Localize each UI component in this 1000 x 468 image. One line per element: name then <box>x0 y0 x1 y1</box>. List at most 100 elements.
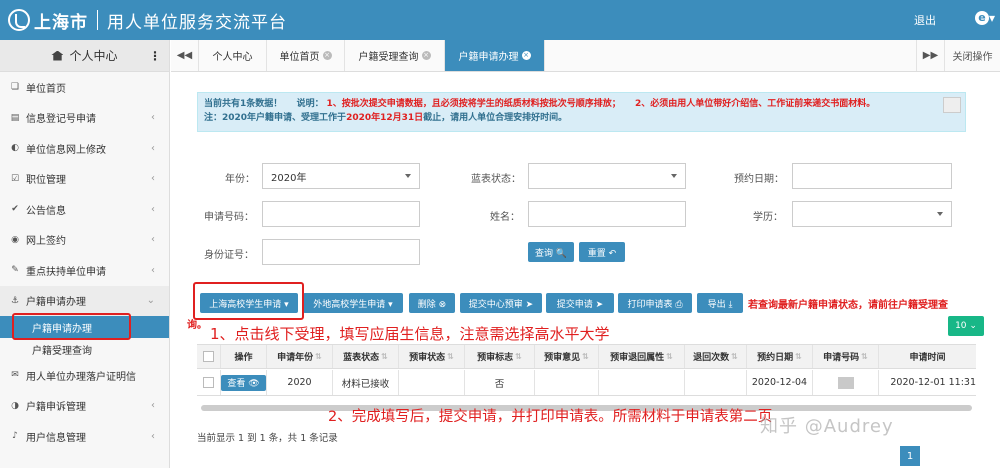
sidebar-subitem[interactable]: 户籍受理查询 <box>0 338 169 360</box>
chevron-icon: ‹ <box>151 142 155 154</box>
contrast-icon: ◑ <box>11 400 19 411</box>
col-header[interactable]: 预审状态 ⇅ <box>399 345 465 368</box>
cell-year: 2020 <box>267 370 333 395</box>
close-icon[interactable]: × <box>421 51 431 60</box>
tab-personal-center[interactable]: 个人中心 <box>199 40 267 71</box>
annotation-step-1: 1、点击线下受理，填写应届生信息，注意需选择高水平大学 <box>210 325 610 343</box>
tab-hukou-query[interactable]: 户籍受理查询 × <box>345 40 445 71</box>
appointment-date-input[interactable] <box>792 163 952 189</box>
view-button[interactable]: 查看 👁 <box>221 374 266 391</box>
col-header[interactable]: 预审标志 ⇅ <box>465 345 535 368</box>
tab-unit-home[interactable]: 单位首页 × <box>267 40 345 71</box>
chevron-icon: ‹ <box>151 264 155 276</box>
sidebar-item[interactable]: ✉ 用人单位办理落户证明信 <box>0 360 169 391</box>
year-select[interactable]: 2020年 <box>262 163 420 189</box>
reset-button[interactable]: 重置 ↶ <box>579 242 625 262</box>
id-number-label: 身份证号： <box>204 250 254 261</box>
chevron-icon: ‹ <box>151 112 155 124</box>
sidebar-item-label: 重点扶持单位申请 <box>26 266 106 278</box>
sidebar-item-label: 网上签约 <box>26 236 66 248</box>
sidebar-item-label: 户籍申诉管理 <box>26 402 86 414</box>
top-header: 上海市 用人单位服务交流平台 退出 e ▾ <box>0 0 1000 40</box>
application-number-input[interactable] <box>262 201 420 227</box>
print-application-button[interactable]: 打印申请表 ⎙ <box>618 293 692 313</box>
checkbox[interactable] <box>203 351 214 362</box>
year-label: 年份： <box>225 174 255 185</box>
tab-bar: ◀◀ 个人中心 单位首页 × 户籍受理查询 × 户籍申请办理 × ▶▶ 关闭操作 <box>171 40 1000 72</box>
name-input[interactable] <box>528 201 686 227</box>
export-button[interactable]: 导出 ⤓ <box>697 293 743 313</box>
sidebar-item[interactable]: ◐ 单位信息网上修改 ‹ <box>0 133 169 164</box>
sidebar-item[interactable]: ▤ 信息登记号申请 ‹ <box>0 103 169 134</box>
col-header[interactable]: 申请年份 ⇅ <box>267 345 333 368</box>
notice-alert: 当前共有1条数据！ 说明： 1、按批次提交申请数据，且必须按将学生的纸质材料按批… <box>197 92 966 132</box>
row-select-cell[interactable] <box>197 370 221 395</box>
tab-label: 户籍申请办理 <box>458 52 519 63</box>
bookmark-icon: ❏ <box>10 82 20 93</box>
sidebar-item[interactable]: ❏ 单位首页 <box>0 72 169 103</box>
education-select[interactable] <box>792 201 952 227</box>
bell-icon: ♪ <box>12 431 18 442</box>
tab-next-button[interactable]: ▶▶ <box>916 40 944 71</box>
page-size-select[interactable]: 10 ⌄ <box>948 316 984 336</box>
user-menu-button[interactable]: e ▾ <box>975 11 995 25</box>
education-label: 学历： <box>753 212 783 223</box>
sidebar-item[interactable]: ☑ 职位管理 ‹ <box>0 164 169 195</box>
sidebar-item-label: 户籍申请办理 <box>26 297 86 309</box>
close-icon[interactable]: × <box>521 51 531 60</box>
checkbox[interactable] <box>203 377 214 388</box>
logout-link[interactable]: 退出 <box>914 12 936 28</box>
close-icon[interactable]: × <box>322 51 332 60</box>
sidebar-item-label: 职位管理 <box>26 175 66 187</box>
sidebar-item[interactable]: ◑ 户籍申诉管理 ‹ <box>0 391 169 422</box>
external-student-apply-button[interactable]: 外地高校学生申请 ▾ <box>303 293 403 313</box>
checkbox-icon: ☑ <box>10 173 20 184</box>
col-header[interactable]: 预约日期 ⇅ <box>747 345 813 368</box>
sidebar-item-label: 信息登记号申请 <box>26 114 96 126</box>
tab-prev-button[interactable]: ◀◀ <box>171 40 199 71</box>
id-number-input[interactable] <box>262 239 420 265</box>
sidebar-item[interactable]: ✔ 公告信息 ‹ <box>0 194 169 225</box>
col-header[interactable]: 退回次数 ⇅ <box>685 345 747 368</box>
chevron-icon: ‹ <box>151 173 155 185</box>
page-number-button[interactable]: 1 <box>900 446 920 466</box>
more-icon[interactable]: ⋮ <box>149 49 161 63</box>
cell-pre-opinion <box>535 370 599 395</box>
col-header[interactable]: 预审退回属性 ⇅ <box>599 345 685 368</box>
search-button[interactable]: 查询 🔍 <box>528 242 574 262</box>
pencil-icon: ✎ <box>11 265 19 276</box>
sidebar-item[interactable]: ✎ 重点扶持单位申请 ‹ <box>0 255 169 286</box>
cell-pre-flag: 否 <box>465 370 535 395</box>
file-icon: ▤ <box>10 112 20 123</box>
highlight-box-sidebar <box>12 313 131 340</box>
close-operations-button[interactable]: 关闭操作 <box>944 40 1000 71</box>
select-all-cell[interactable] <box>197 345 221 368</box>
tab-label: 单位首页 <box>279 52 320 63</box>
col-header[interactable]: 申请号码 ⇅ <box>813 345 879 368</box>
notice-close-button[interactable] <box>943 97 961 113</box>
watermark-text: 知乎 @Audrey <box>760 416 894 437</box>
cell-app-number <box>813 370 879 395</box>
deadline-prefix: 注：2020年户籍申请、受理工作于 <box>204 113 347 123</box>
anchor-icon: ⚓ <box>10 295 20 306</box>
chevron-down-icon: ▾ <box>989 11 996 25</box>
sidebar-item[interactable]: ♪ 用户信息管理 ‹ <box>0 421 169 452</box>
tab-hukou-apply[interactable]: 户籍申请办理 × <box>445 40 545 71</box>
sidebar-item[interactable]: ◉ 网上签约 ‹ <box>0 225 169 256</box>
blue-status-select[interactable] <box>528 163 686 189</box>
hint-text: 若查询最新户籍申请状态，请前往户籍受理查 <box>748 300 948 311</box>
submit-center-review-button[interactable]: 提交中心预审 ➤ <box>460 293 542 313</box>
sidebar-item[interactable]: ⚓ 户籍申请办理 ⌄ <box>0 285 169 316</box>
appointment-date-label: 预约日期： <box>734 174 784 185</box>
submit-application-button[interactable]: 提交申请 ➤ <box>546 293 614 313</box>
logo-city-text: 上海市 <box>34 12 88 33</box>
chevron-icon: ‹ <box>151 234 155 246</box>
col-header[interactable]: 预审意见 ⇅ <box>535 345 599 368</box>
delete-button[interactable]: 删除 ⊗ <box>409 293 455 313</box>
col-header[interactable]: 申请时间 <box>879 345 976 368</box>
table-row: 查看 👁 2020 材料已接收 否 2020-12-04 2020-12-01 … <box>197 370 976 396</box>
col-header[interactable]: 蓝表状态 ⇅ <box>333 345 399 368</box>
chevron-icon: ‹ <box>151 203 155 215</box>
name-label: 姓名： <box>490 212 520 223</box>
sidebar-header: 个人中心 ⋮ <box>0 40 169 72</box>
